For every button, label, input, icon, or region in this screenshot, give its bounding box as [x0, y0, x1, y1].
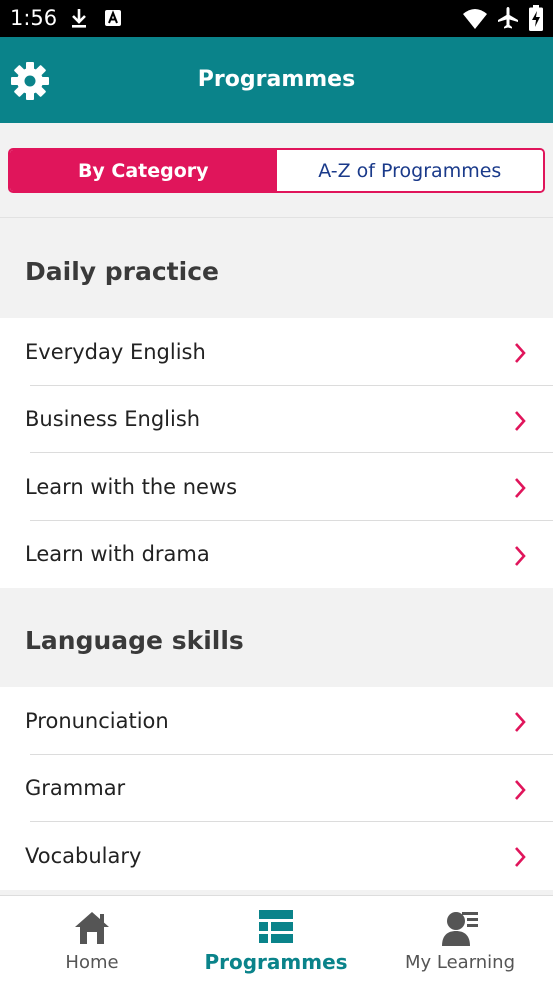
status-bar: 1:56: [0, 0, 553, 37]
tab-a-z-programmes[interactable]: A-Z of Programmes: [276, 150, 543, 191]
section-title: Language skills: [25, 626, 244, 655]
status-time: 1:56: [10, 6, 58, 30]
chevron-right-icon: [515, 847, 526, 867]
nav-home[interactable]: Home: [0, 896, 184, 984]
download-icon: [72, 9, 86, 28]
nav-label: My Learning: [404, 952, 516, 973]
tab-by-category[interactable]: By Category: [10, 150, 277, 191]
list-item-grammar[interactable]: Grammar: [0, 755, 553, 823]
list-item-learn-with-the-news[interactable]: Learn with the news: [0, 453, 553, 521]
list-item-everyday-english[interactable]: Everyday English: [0, 318, 553, 386]
home-icon: [75, 912, 109, 944]
chevron-right-icon: [515, 712, 526, 732]
nav-label: Home: [65, 952, 119, 973]
section-header-daily-practice: Daily practice: [0, 219, 553, 318]
view-toggle: By Category A-Z of Programmes: [8, 148, 545, 193]
daily-practice-list: Everyday English Business English Learn …: [0, 318, 553, 588]
chevron-right-icon: [515, 779, 526, 800]
list-item-label: Grammar: [25, 776, 126, 801]
list-item-label: Pronunciation: [25, 708, 169, 733]
nav-my-learning[interactable]: My Learning: [368, 896, 552, 984]
bottom-nav: Home Programmes My Learning: [0, 895, 553, 984]
list-grid-icon: [259, 910, 293, 943]
chevron-right-icon: [515, 545, 526, 566]
chevron-right-icon: [515, 343, 526, 363]
segment-area: By Category A-Z of Programmes: [0, 123, 553, 218]
list-item-label: Vocabulary: [25, 843, 142, 868]
list-item-business-english[interactable]: Business English: [0, 386, 553, 454]
list-item-label: Business English: [25, 407, 201, 432]
page-title: Programmes: [197, 67, 356, 92]
list-item-learn-with-drama[interactable]: Learn with drama: [0, 521, 553, 589]
wifi-icon: [463, 9, 487, 29]
learner-icon: [442, 912, 478, 946]
app-bar: Programmes: [0, 37, 553, 123]
list-item-label: Learn with drama: [25, 542, 210, 567]
battery-charging-icon: [529, 5, 543, 31]
chevron-right-icon: [515, 478, 526, 498]
airplane-icon: [498, 7, 518, 29]
chevron-right-icon: [515, 410, 526, 431]
nav-label: Programmes: [204, 950, 348, 974]
nav-programmes[interactable]: Programmes: [184, 896, 368, 984]
list-item-label: Everyday English: [25, 339, 206, 364]
list-item-label: Learn with the news: [25, 474, 238, 499]
section-header-language-skills: Language skills: [0, 588, 553, 687]
a-notification-icon: [105, 10, 121, 26]
list-item-vocabulary[interactable]: Vocabulary: [0, 822, 553, 890]
language-skills-list: Pronunciation Grammar Vocabulary: [0, 687, 553, 890]
section-title: Daily practice: [25, 257, 219, 286]
list-item-pronunciation[interactable]: Pronunciation: [0, 687, 553, 755]
